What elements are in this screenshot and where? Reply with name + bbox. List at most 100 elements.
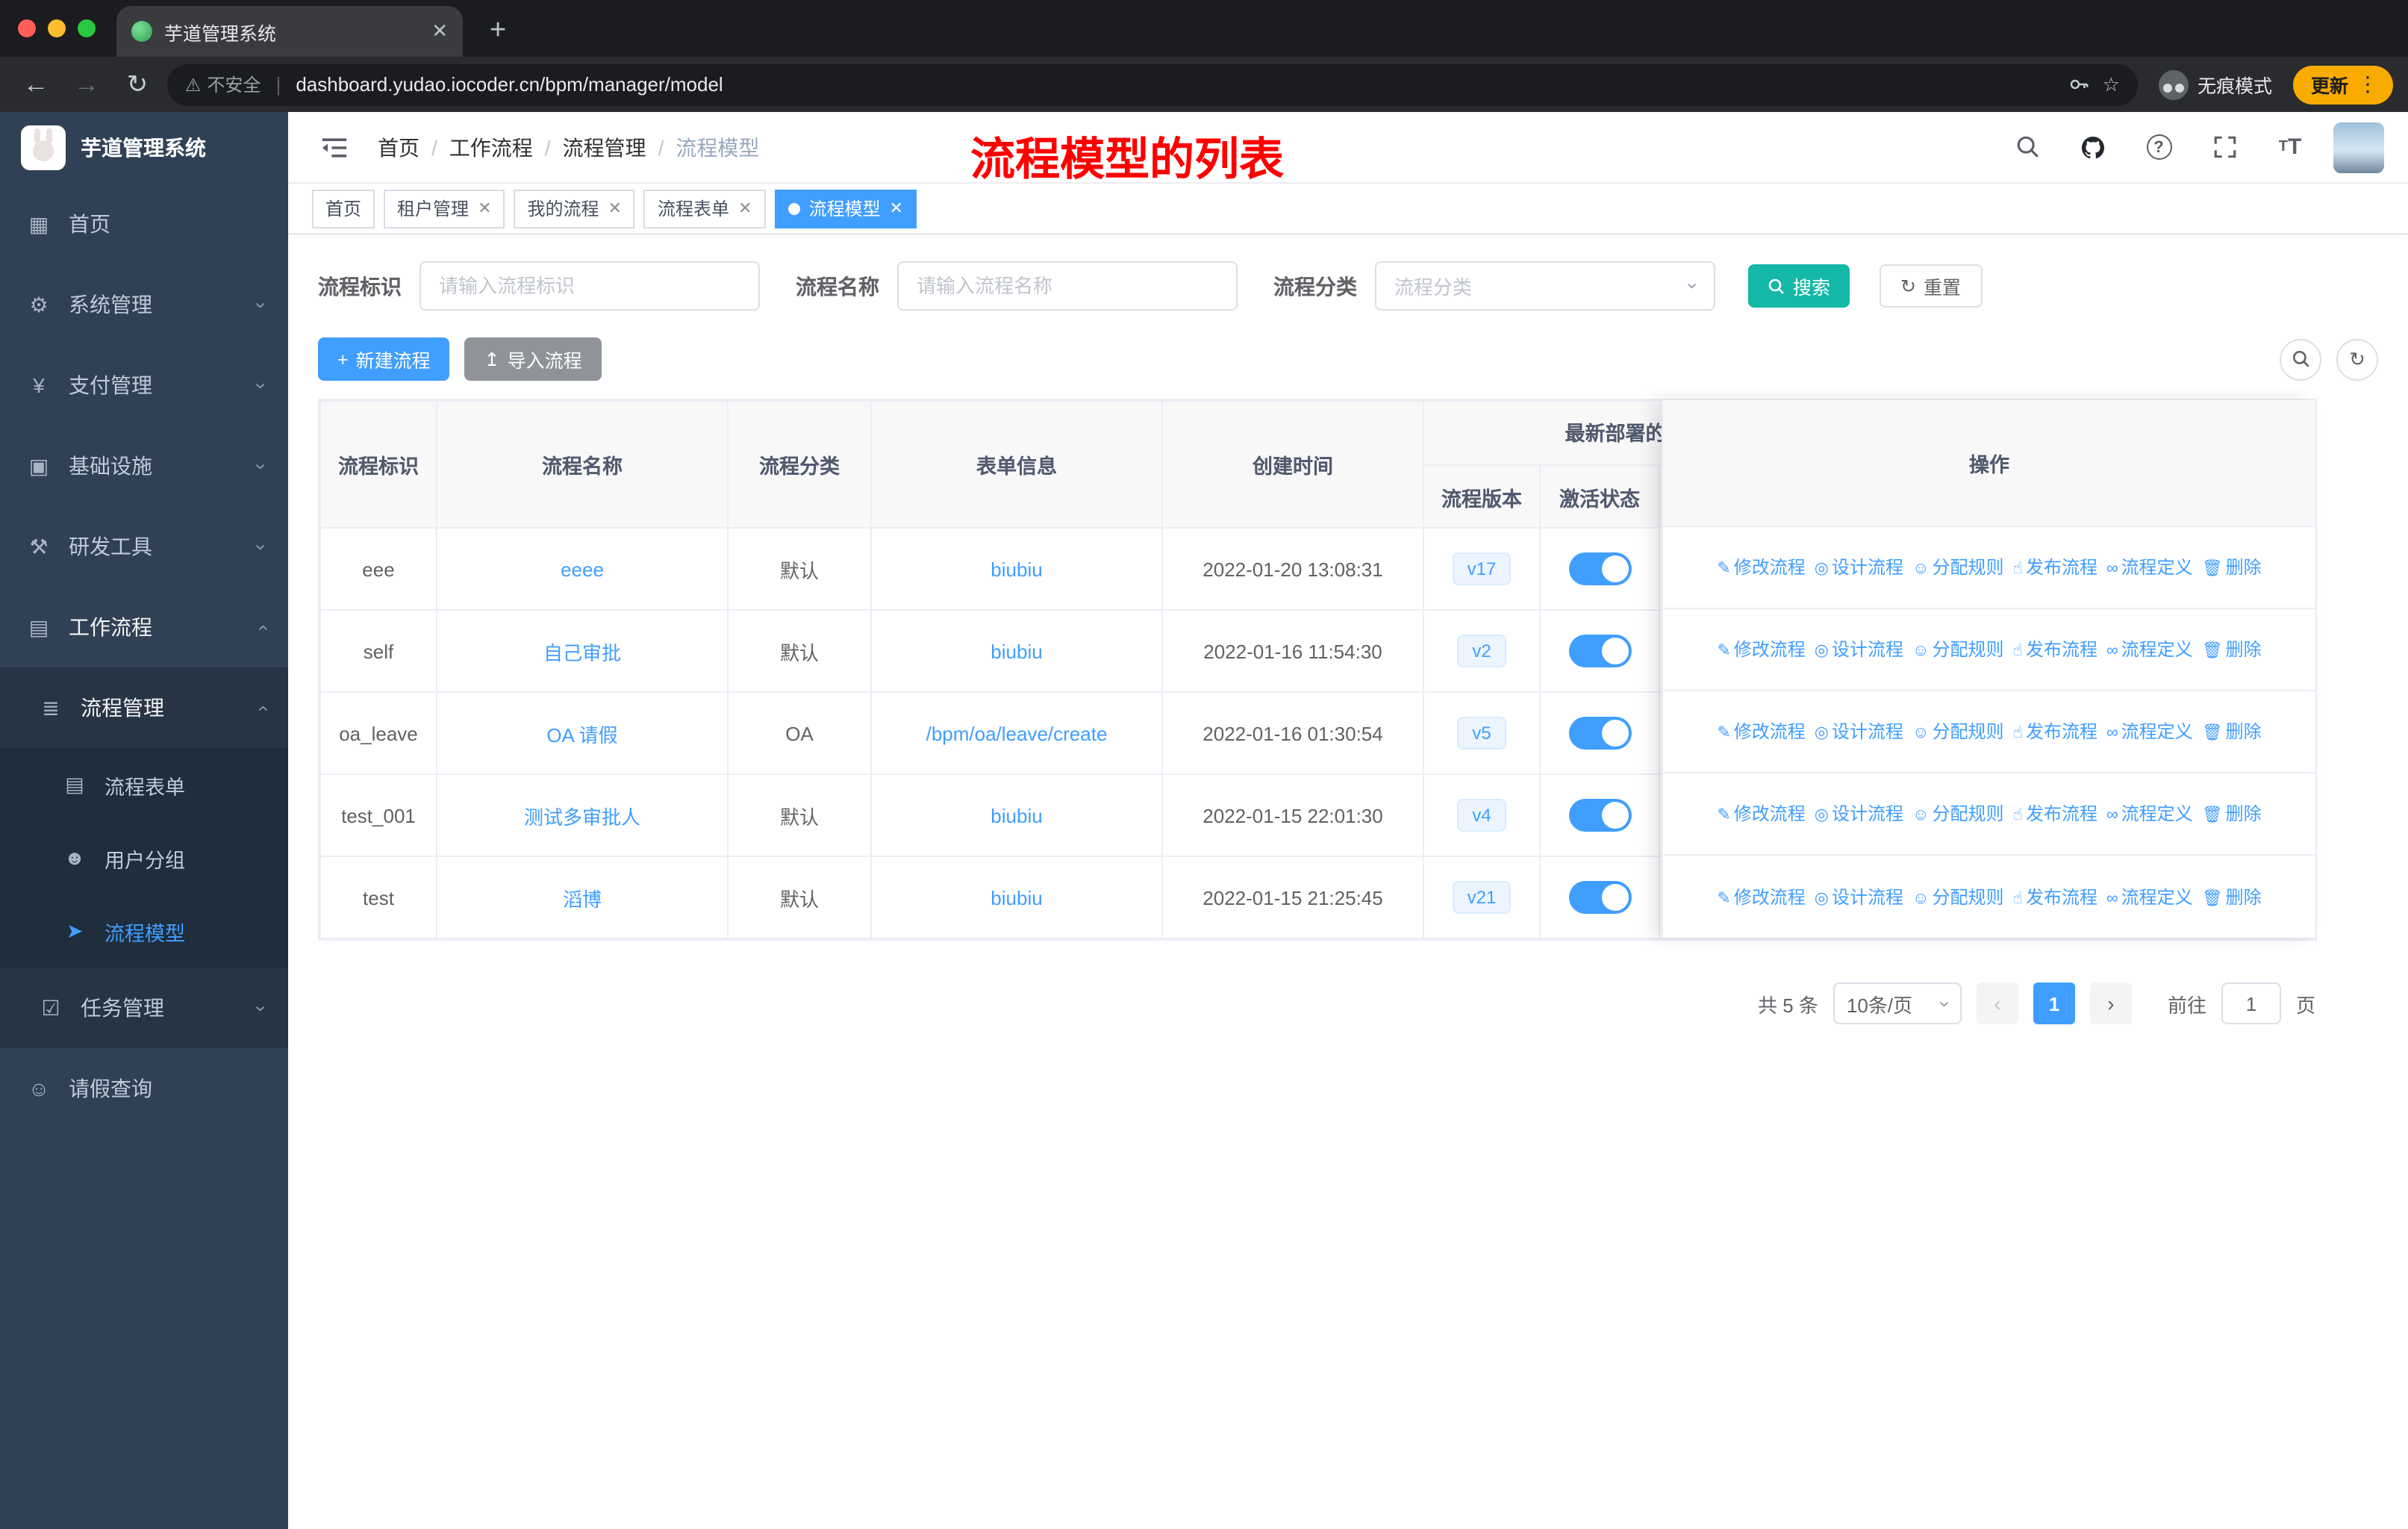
sidebar-item-pay[interactable]: ¥ 支付管理 › <box>0 345 288 426</box>
import-process-button[interactable]: ↥ 导入流程 <box>464 337 602 381</box>
toggle-search-button[interactable] <box>2280 338 2321 380</box>
row-action-link[interactable]: 删除 <box>2202 803 2262 824</box>
row-action-link[interactable]: 分配规则 <box>1912 639 2004 660</box>
breadcrumb-item[interactable]: 工作流程 <box>431 132 533 162</box>
active-toggle[interactable] <box>1568 635 1631 667</box>
row-action-link[interactable]: 删除 <box>2202 886 2262 907</box>
row-action-link[interactable]: 修改流程 <box>1717 639 1805 660</box>
row-action-link[interactable]: 分配规则 <box>1912 886 2004 907</box>
bookmark-star-icon[interactable]: ☆ <box>2103 72 2120 96</box>
password-key-icon[interactable] <box>2068 73 2091 96</box>
sidebar-item-dev-tools[interactable]: ⚒ 研发工具 › <box>0 506 288 587</box>
new-tab-button[interactable]: + <box>478 6 518 57</box>
search-button[interactable]: 搜索 <box>1748 264 1850 308</box>
refresh-table-button[interactable]: ↻ <box>2336 338 2378 380</box>
row-action-link[interactable]: 分配规则 <box>1912 803 2004 824</box>
browser-tab[interactable]: 芋道管理系统 ✕ <box>116 6 463 57</box>
row-action-link[interactable]: 发布流程 <box>2013 721 2097 742</box>
cell-process-name-link[interactable]: 滔博 <box>436 856 729 939</box>
row-action-link[interactable]: 设计流程 <box>1815 886 1903 907</box>
active-toggle[interactable] <box>1568 881 1631 914</box>
breadcrumb-item[interactable]: 流程管理 <box>545 132 646 162</box>
create-process-button[interactable]: + 新建流程 <box>318 337 450 381</box>
cell-process-name-link[interactable]: 自己审批 <box>436 609 729 693</box>
sidebar-item-task-management[interactable]: ☑ 任务管理 › <box>0 968 288 1048</box>
row-action-link[interactable]: 流程定义 <box>2106 639 2193 660</box>
font-size-icon[interactable]: TT <box>2268 125 2312 169</box>
tag-home[interactable]: 首页 <box>312 189 375 228</box>
update-button[interactable]: 更新 ⋮ <box>2292 65 2393 104</box>
breadcrumb-item[interactable]: 首页 <box>378 132 419 162</box>
cell-form-link[interactable]: biubiu <box>870 773 1163 857</box>
row-action-link[interactable]: 分配规则 <box>1912 557 2004 578</box>
process-name-input[interactable] <box>897 261 1238 311</box>
row-action-link[interactable]: 流程定义 <box>2106 557 2193 578</box>
version-badge[interactable]: v5 <box>1457 717 1506 750</box>
row-action-link[interactable]: 流程定义 <box>2106 886 2193 907</box>
cell-form-link[interactable]: /bpm/oa/leave/create <box>870 691 1163 775</box>
cell-process-name-link[interactable]: 测试多审批人 <box>436 773 729 857</box>
cell-form-link[interactable]: biubiu <box>870 527 1163 611</box>
row-action-link[interactable]: 修改流程 <box>1717 803 1805 824</box>
url-bar[interactable]: ⚠ 不安全 | dashboard.yudao.iocoder.cn/bpm/m… <box>167 63 2138 105</box>
page-size-select[interactable]: 10条/页 › <box>1832 983 1962 1024</box>
sidebar-item-leave-query[interactable]: ☺ 请假查询 <box>0 1048 288 1129</box>
tag-process-form[interactable]: 流程表单 ✕ <box>643 189 766 228</box>
tag-process-model[interactable]: 流程模型 ✕ <box>774 189 917 228</box>
cell-form-link[interactable]: biubiu <box>870 609 1163 693</box>
page-number-button[interactable]: 1 <box>2033 983 2075 1024</box>
fullscreen-icon[interactable] <box>2202 125 2247 169</box>
reload-button[interactable]: ↻ <box>116 63 158 105</box>
prev-page-button[interactable]: ‹ <box>1976 983 2018 1024</box>
sidebar-item-process-form[interactable]: ▤ 流程表单 <box>0 748 288 821</box>
row-action-link[interactable]: 发布流程 <box>2013 803 2097 824</box>
tag-close-icon[interactable]: ✕ <box>889 199 902 218</box>
sidebar-item-system[interactable]: ⚙ 系统管理 › <box>0 264 288 345</box>
active-toggle[interactable] <box>1568 799 1631 832</box>
sidebar-item-user-group[interactable]: ☻ 用户分组 <box>0 821 288 894</box>
github-icon[interactable] <box>2071 125 2115 169</box>
version-badge[interactable]: v17 <box>1452 552 1512 585</box>
tag-close-icon[interactable]: ✕ <box>478 199 491 218</box>
tag-close-icon[interactable]: ✕ <box>608 199 622 218</box>
sidebar-item-home[interactable]: ▦ 首页 <box>0 184 288 264</box>
row-action-link[interactable]: 分配规则 <box>1912 721 2004 742</box>
row-action-link[interactable]: 删除 <box>2202 639 2262 660</box>
next-page-button[interactable]: › <box>2089 983 2132 1024</box>
process-id-input[interactable] <box>419 261 760 311</box>
window-minimize-button[interactable] <box>48 19 66 37</box>
tab-close-icon[interactable]: ✕ <box>431 19 448 43</box>
category-select[interactable]: 流程分类 › <box>1375 261 1715 311</box>
row-action-link[interactable]: 设计流程 <box>1815 721 1903 742</box>
row-action-link[interactable]: 流程定义 <box>2106 721 2193 742</box>
row-action-link[interactable]: 发布流程 <box>2013 886 2097 907</box>
sidebar-fold-icon[interactable] <box>312 125 357 169</box>
cell-process-name-link[interactable]: eeee <box>436 527 729 611</box>
security-indicator[interactable]: ⚠ 不安全 <box>185 72 261 97</box>
tag-tenant[interactable]: 租户管理 ✕ <box>384 189 505 228</box>
active-toggle[interactable] <box>1568 717 1631 750</box>
version-badge[interactable]: v2 <box>1457 635 1506 667</box>
sidebar-item-process-management[interactable]: ≣ 流程管理 › <box>0 667 288 748</box>
row-action-link[interactable]: 设计流程 <box>1815 557 1903 578</box>
row-action-link[interactable]: 修改流程 <box>1717 557 1805 578</box>
row-action-link[interactable]: 流程定义 <box>2106 803 2193 824</box>
row-action-link[interactable]: 删除 <box>2202 557 2262 578</box>
sidebar-item-workflow[interactable]: ▤ 工作流程 › <box>0 587 288 667</box>
menu-kebab-icon[interactable]: ⋮ <box>2357 72 2378 97</box>
sidebar-item-infra[interactable]: ▣ 基础设施 › <box>0 426 288 506</box>
avatar[interactable] <box>2333 122 2384 172</box>
active-toggle[interactable] <box>1568 552 1631 585</box>
window-close-button[interactable] <box>18 19 36 37</box>
row-action-link[interactable]: 发布流程 <box>2013 639 2097 660</box>
cell-process-name-link[interactable]: OA 请假 <box>436 691 729 775</box>
cell-form-link[interactable]: biubiu <box>870 856 1163 939</box>
row-action-link[interactable]: 设计流程 <box>1815 639 1903 660</box>
row-action-link[interactable]: 修改流程 <box>1717 886 1805 907</box>
search-icon[interactable] <box>2005 125 2050 169</box>
sidebar-item-process-model[interactable]: ➤ 流程模型 <box>0 894 288 968</box>
row-action-link[interactable]: 发布流程 <box>2013 557 2097 578</box>
row-action-link[interactable]: 设计流程 <box>1815 803 1903 824</box>
back-button[interactable]: ← <box>15 63 57 105</box>
row-action-link[interactable]: 删除 <box>2202 721 2262 742</box>
